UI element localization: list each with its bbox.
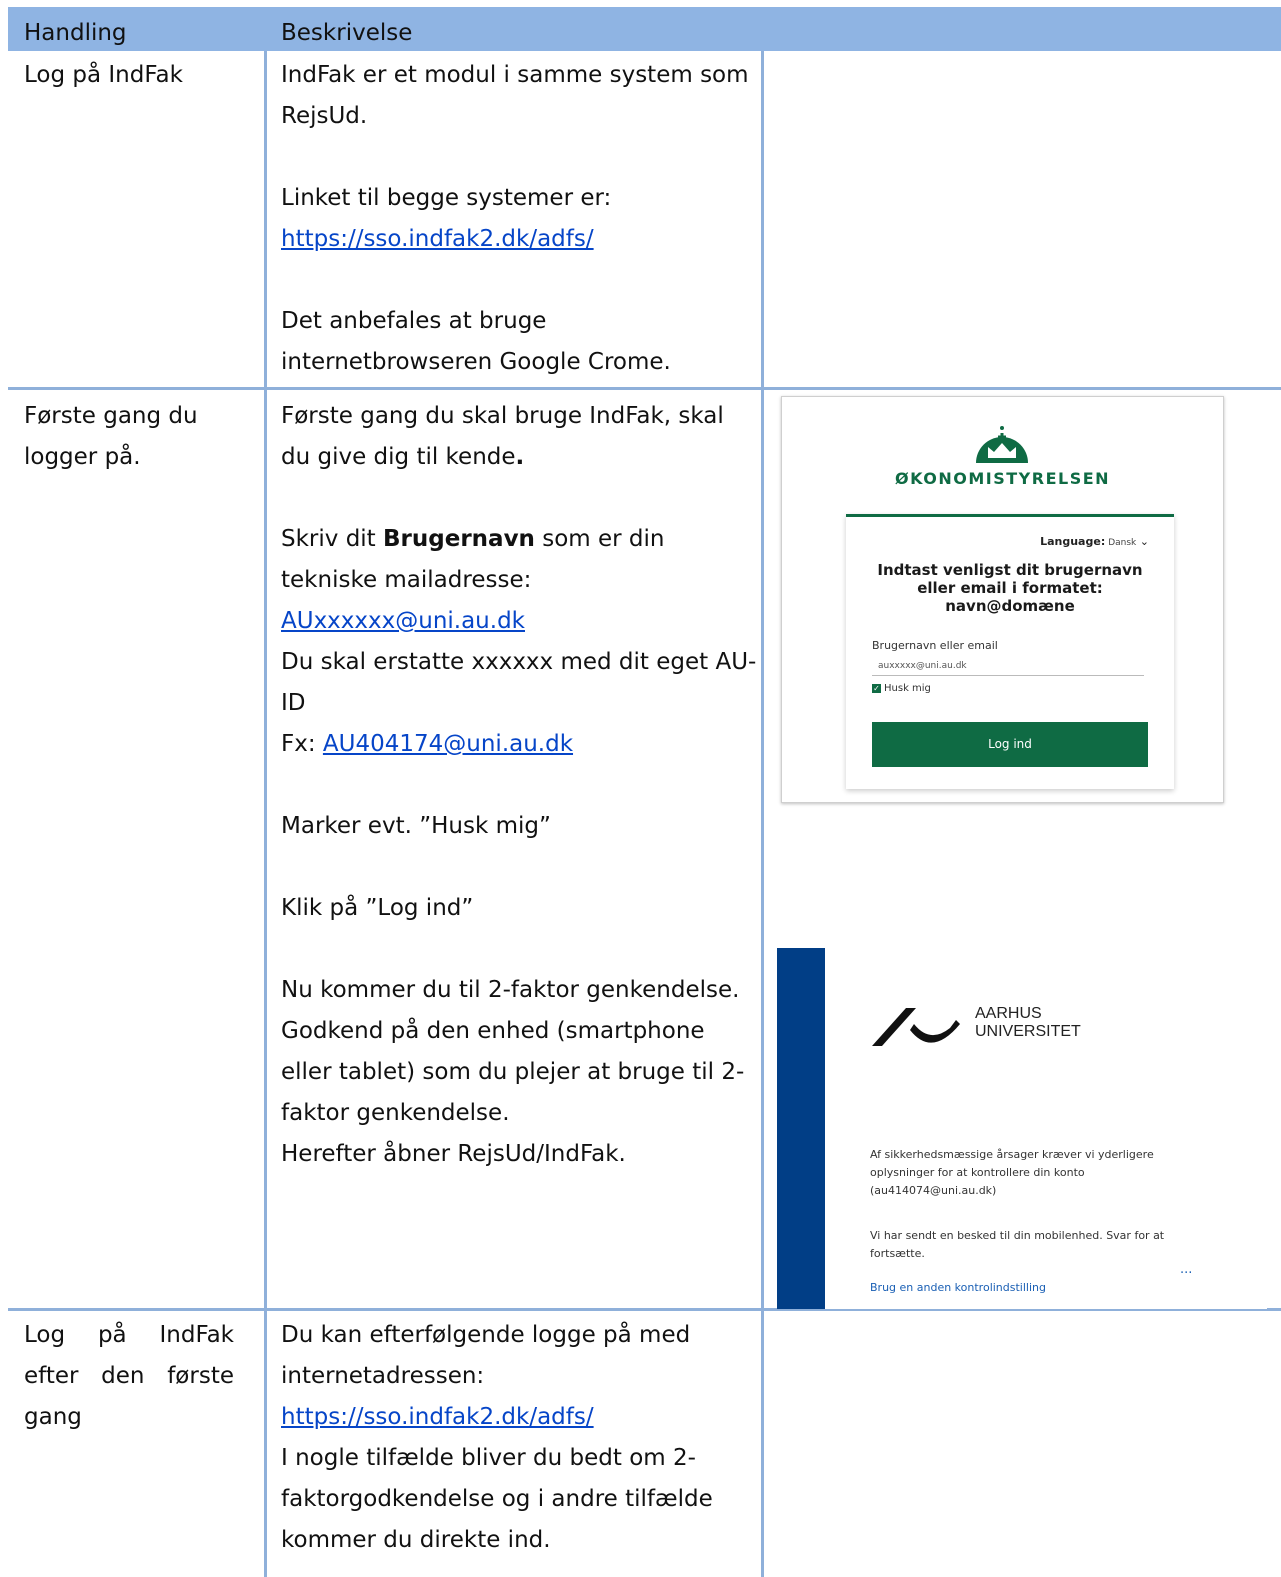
row1-description: IndFak er et modul i samme system som Re… bbox=[281, 55, 759, 383]
crown-logo-icon bbox=[976, 426, 1028, 463]
grid-line bbox=[8, 387, 1281, 390]
row2-p2d: Du skal erstatte xxxxxx med dit eget AU-… bbox=[281, 649, 757, 716]
row2-p6: Herefter åbner RejsUd/IndFak. bbox=[281, 1141, 626, 1167]
checkbox-checked-icon: ✓ bbox=[872, 683, 881, 693]
table-header: Handling Beskrivelse bbox=[8, 7, 1281, 51]
row2-description: Første gang du skal bruge IndFak, skal d… bbox=[281, 396, 759, 1175]
login-screenshot: ØKONOMISTYRELSEN Language: Dansk ⌄ Indtas… bbox=[781, 396, 1224, 803]
brand-sidebar bbox=[777, 948, 825, 1309]
login-card: Language: Dansk ⌄ Indtast venligst dit br… bbox=[846, 514, 1174, 789]
remember-me-checkbox[interactable]: ✓ Husk mig bbox=[872, 683, 931, 694]
language-selector[interactable]: Language: Dansk ⌄ bbox=[1040, 535, 1149, 548]
row3-p1: Du kan efterfølgende logge på med intern… bbox=[281, 1322, 691, 1389]
row1-p2: Linket til begge systemer er: bbox=[281, 185, 612, 211]
grid-line bbox=[264, 51, 267, 1577]
security-message: Af sikkerhedsmæssige årsager kræver vi y… bbox=[870, 1148, 1154, 1197]
row3-action: Log på IndFak efter den første gang bbox=[24, 1322, 234, 1430]
row1-action: Log på IndFak bbox=[24, 62, 183, 88]
university-name: AARHUS UNIVERSITET bbox=[975, 1005, 1081, 1040]
grid-line bbox=[761, 51, 764, 1577]
login-button[interactable]: Log ind bbox=[872, 722, 1148, 767]
more-options-icon[interactable]: ... bbox=[1180, 1262, 1192, 1277]
email-link[interactable]: AUxxxxxx@uni.au.dk bbox=[281, 608, 525, 634]
row2-p2e: Fx: AU404174@uni.au.dk bbox=[281, 731, 574, 757]
header-beskrivelse: Beskrivelse bbox=[281, 20, 413, 46]
row1-p1: IndFak er et modul i samme system som Re… bbox=[281, 62, 749, 129]
header-handling: Handling bbox=[24, 20, 127, 46]
username-label: Brugernavn eller email bbox=[872, 639, 998, 652]
username-input[interactable] bbox=[872, 657, 1144, 676]
chevron-down-icon: ⌄ bbox=[1136, 535, 1149, 548]
row2-p3: Marker evt. ”Husk mig” bbox=[281, 813, 551, 839]
aarhus-university-logo-icon bbox=[872, 1008, 960, 1046]
row1-p3: Det anbefales at bruge internetbrowseren… bbox=[281, 308, 671, 375]
instruction-document: Handling Beskrivelse Log på IndFak IndFa… bbox=[0, 0, 1281, 1577]
row2-action: Første gang du logger på. bbox=[24, 403, 198, 470]
sent-message: Vi har sendt en besked til din mobilenhe… bbox=[870, 1229, 1165, 1260]
row3-p2: I nogle tilfælde bliver du bedt om 2-fak… bbox=[281, 1445, 713, 1553]
row2-p4: Klik på ”Log ind” bbox=[281, 895, 474, 921]
login-prompt: Indtast venligst dit brugernavn eller em… bbox=[877, 561, 1143, 615]
row2-p2: Skriv dit Brugernavn som er din tekniske… bbox=[281, 526, 665, 634]
row2-p5: Nu kommer du til 2-faktor genkendelse. G… bbox=[281, 977, 745, 1126]
org-name: ØKONOMISTYRELSEN bbox=[894, 469, 1111, 488]
alternative-verification-link[interactable]: Brug en anden kontrolindstilling bbox=[870, 1281, 1046, 1294]
adfs-link[interactable]: https://sso.indfak2.dk/adfs/ bbox=[281, 226, 594, 252]
row3-description: Du kan efterfølgende logge på med intern… bbox=[281, 1315, 759, 1561]
mfa-screenshot: AARHUS UNIVERSITET Af sikkerhedsmæssige … bbox=[777, 948, 1267, 1309]
example-email-link[interactable]: AU404174@uni.au.dk bbox=[323, 731, 573, 757]
row2-p1: Første gang du skal bruge IndFak, skal d… bbox=[281, 403, 724, 470]
adfs-link-2[interactable]: https://sso.indfak2.dk/adfs/ bbox=[281, 1404, 594, 1430]
